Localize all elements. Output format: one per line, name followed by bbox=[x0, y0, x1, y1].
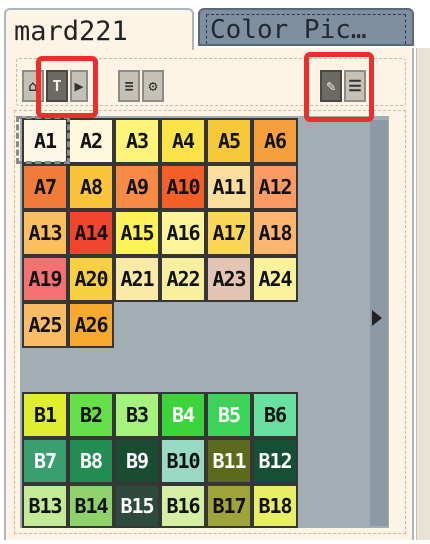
gear-button[interactable]: ⚙ bbox=[142, 70, 164, 102]
swatch-a21[interactable]: A21 bbox=[114, 256, 160, 302]
swatch-a3[interactable]: A3 bbox=[114, 118, 160, 164]
swatch-a23[interactable]: A23 bbox=[206, 256, 252, 302]
tab-bar: Color Pic… mard221 bbox=[0, 0, 430, 50]
swatch-a4[interactable]: A4 bbox=[160, 118, 206, 164]
tab-mard221-label: mard221 bbox=[14, 16, 128, 47]
swatch-b4[interactable]: B4 bbox=[160, 392, 206, 438]
swatch-b15[interactable]: B15 bbox=[114, 484, 160, 528]
swatch-b8[interactable]: B8 bbox=[68, 438, 114, 484]
swatch-b7[interactable]: B7 bbox=[22, 438, 68, 484]
swatch-a5[interactable]: A5 bbox=[206, 118, 252, 164]
swatch-a19[interactable]: A19 bbox=[22, 256, 68, 302]
text-button[interactable]: T bbox=[46, 70, 68, 102]
swatch-b16[interactable]: B16 bbox=[160, 484, 206, 528]
swatch-a13[interactable]: A13 bbox=[22, 210, 68, 256]
swatch-b5[interactable]: B5 bbox=[206, 392, 252, 438]
swatch-b1[interactable]: B1 bbox=[22, 392, 68, 438]
swatch-b14[interactable]: B14 bbox=[68, 484, 114, 528]
swatch-a16[interactable]: A16 bbox=[160, 210, 206, 256]
swatch-scrollbar[interactable] bbox=[370, 120, 388, 526]
swatch-a17[interactable]: A17 bbox=[206, 210, 252, 256]
menu-icon: ☰ bbox=[348, 77, 362, 95]
swatch-a7[interactable]: A7 bbox=[22, 164, 68, 210]
align-icon: ≡ bbox=[124, 77, 134, 95]
edit-icon: ✎ bbox=[326, 77, 336, 95]
align-button[interactable]: ≡ bbox=[118, 70, 140, 102]
swatch-a12[interactable]: A12 bbox=[252, 164, 298, 210]
swatch-b12[interactable]: B12 bbox=[252, 438, 298, 484]
swatch-a6[interactable]: A6 bbox=[252, 118, 298, 164]
scroll-arrow-icon bbox=[372, 310, 382, 326]
swatch-b6[interactable]: B6 bbox=[252, 392, 298, 438]
swatch-a11[interactable]: A11 bbox=[206, 164, 252, 210]
swatch-b10[interactable]: B10 bbox=[160, 438, 206, 484]
swatch-b13[interactable]: B13 bbox=[22, 484, 68, 528]
swatch-a2[interactable]: A2 bbox=[68, 118, 114, 164]
swatch-a26[interactable]: A26 bbox=[68, 302, 114, 348]
swatch-a14[interactable]: A14 bbox=[68, 210, 114, 256]
lock-icon: ⌂ bbox=[28, 77, 38, 95]
swatch-b17[interactable]: B17 bbox=[206, 484, 252, 528]
window-scrollbar[interactable] bbox=[416, 48, 430, 540]
gear-icon: ⚙ bbox=[148, 77, 158, 95]
menu-button[interactable]: ☰ bbox=[344, 70, 366, 102]
swatch-a22[interactable]: A22 bbox=[160, 256, 206, 302]
swatch-a15[interactable]: A15 bbox=[114, 210, 160, 256]
swatch-a25[interactable]: A25 bbox=[22, 302, 68, 348]
swatch-a9[interactable]: A9 bbox=[114, 164, 160, 210]
swatch-b2[interactable]: B2 bbox=[68, 392, 114, 438]
next-button[interactable]: ▶ bbox=[70, 70, 88, 102]
lock-button[interactable]: ⌂ bbox=[22, 70, 44, 102]
swatch-b3[interactable]: B3 bbox=[114, 392, 160, 438]
tab-mard221[interactable]: mard221 bbox=[4, 8, 194, 50]
swatch-a20[interactable]: A20 bbox=[68, 256, 114, 302]
tab-focus-outline bbox=[206, 14, 406, 44]
swatch-b9[interactable]: B9 bbox=[114, 438, 160, 484]
next-icon: ▶ bbox=[74, 77, 84, 95]
swatch-a24[interactable]: A24 bbox=[252, 256, 298, 302]
text-icon: T bbox=[52, 77, 62, 95]
tab-color-picker[interactable]: Color Pic… bbox=[198, 8, 414, 46]
swatch-a10[interactable]: A10 bbox=[160, 164, 206, 210]
swatch-a18[interactable]: A18 bbox=[252, 210, 298, 256]
swatch-b11[interactable]: B11 bbox=[206, 438, 252, 484]
swatch-a1[interactable]: A1 bbox=[22, 118, 68, 164]
edit-button[interactable]: ✎ bbox=[320, 70, 342, 102]
swatch-b18[interactable]: B18 bbox=[252, 484, 298, 528]
swatch-a8[interactable]: A8 bbox=[68, 164, 114, 210]
